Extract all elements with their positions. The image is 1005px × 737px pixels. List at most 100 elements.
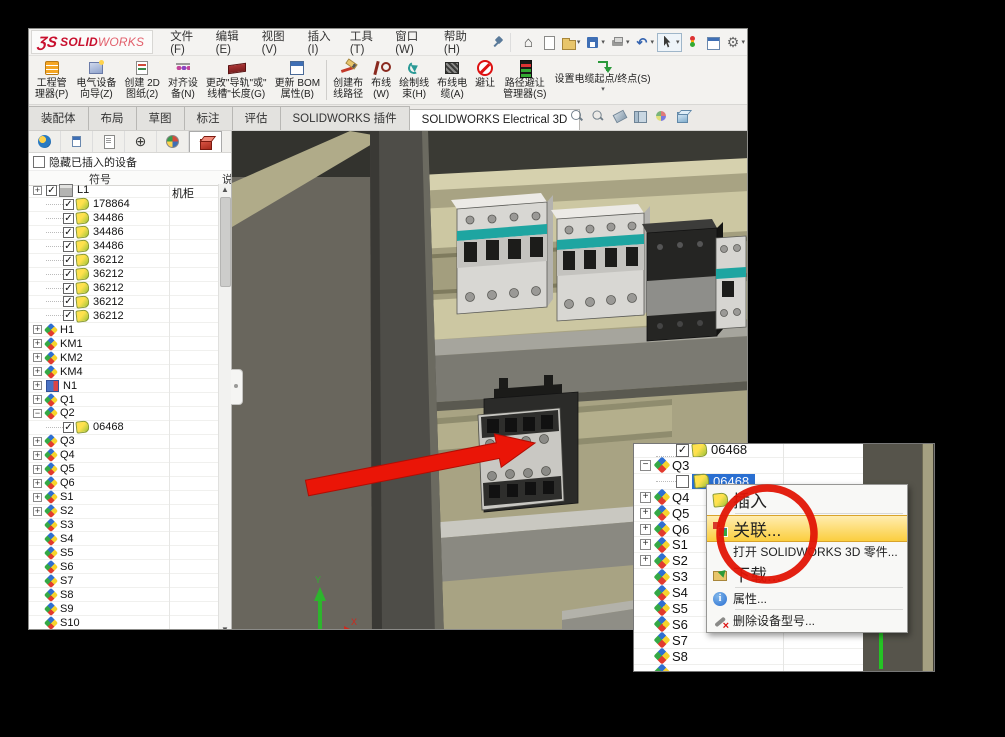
tree-item-partial[interactable] [634,665,863,672]
tab-solidworks-插件[interactable]: SOLIDWORKS 插件 [280,106,410,130]
path-avoid-manager-button[interactable]: 路径避让管理器(S) [499,57,550,103]
menu-item-下载[interactable]: 下载... [707,561,907,586]
menu-item-打开solidworks3d零件[interactable]: 打开 SOLIDWORKS 3D 零件... [707,542,907,561]
expander-plus-icon[interactable] [33,451,42,460]
route-wires-button[interactable]: 布线(W) [367,57,395,103]
tree-item-L1[interactable]: L1机柜 [29,184,231,198]
tab-标注[interactable]: 标注 [184,106,233,130]
item-checkbox[interactable] [63,199,74,210]
expander-plus-icon[interactable] [33,395,42,404]
menubar-item-4[interactable]: 工具(T) [343,28,388,59]
open-button[interactable]: ▾ [559,34,583,51]
tree-item-34486[interactable]: 34486 [29,226,231,240]
zoom-fit-icon[interactable] [570,109,584,123]
align-devices-button[interactable]: 对齐设备(N) [164,57,202,103]
tree-item-Q5[interactable]: Q5 [29,463,231,477]
set-cable-origin-destination-button[interactable]: 设置电缆起点/终点(S)▾ [550,57,654,103]
expander-plus-icon[interactable] [33,353,42,362]
tab-草图[interactable]: 草图 [136,106,185,130]
expander-minus-icon[interactable] [33,409,42,418]
expander-plus-icon[interactable] [33,186,42,195]
pushpin-icon[interactable] [491,36,502,48]
menubar-item-5[interactable]: 窗口(W) [388,28,437,59]
tree-item-06468[interactable]: 06468 [29,421,231,435]
tree-item-S3[interactable]: S3 [29,519,231,533]
tree-item-S8[interactable]: S8 [634,649,863,665]
zoom-area-icon[interactable] [592,110,605,123]
panel-tab-component-list[interactable] [61,131,93,152]
project-manager-button[interactable]: 工程管理器(P) [31,57,72,103]
expander-plus-icon[interactable] [640,539,651,550]
tree-item-H1[interactable]: H1 [29,323,231,337]
tree-item-Q4[interactable]: Q4 [29,449,231,463]
tree-item-KM2[interactable]: KM2 [29,351,231,365]
tree-item-34486[interactable]: 34486 [29,240,231,254]
create-route-path-button[interactable]: 创建布线路径 [329,57,367,103]
new-document-button[interactable] [539,34,558,51]
view-orientation-icon[interactable] [633,109,647,123]
panel-tab-document[interactable] [93,131,125,152]
options-gear-button[interactable]: ▾ [723,34,747,51]
tab-装配体[interactable]: 装配体 [28,106,89,130]
item-checkbox[interactable] [63,310,74,321]
menu-item-删除设备型号[interactable]: 删除设备型号... [707,611,907,630]
tree-item-S4[interactable]: S4 [29,532,231,546]
display-style-icon[interactable] [675,109,689,123]
item-checkbox[interactable] [63,296,74,307]
tree-item-Q3[interactable]: Q3 [29,435,231,449]
tree-item-06468[interactable]: 06468 [634,444,863,458]
item-checkbox[interactable] [676,444,689,457]
menubar-item-3[interactable]: 插入(I) [301,28,343,59]
item-checkbox[interactable] [676,475,689,488]
tree-item-KM1[interactable]: KM1 [29,337,231,351]
tree-item-S6[interactable]: S6 [29,560,231,574]
print-button[interactable]: ▾ [608,34,632,51]
panel-tab-palette[interactable] [157,131,189,152]
tree-item-36212[interactable]: 36212 [29,254,231,268]
appearance-icon[interactable] [654,109,668,123]
expander-plus-icon[interactable] [33,465,42,474]
tree-item-S10[interactable]: S10 [29,616,231,630]
open-dropdown-icon[interactable]: ▾ [577,38,581,46]
expander-plus-icon[interactable] [33,493,42,502]
tree-item-Q2[interactable]: Q2 [29,407,231,421]
tree-item-36212[interactable]: 36212 [29,309,231,323]
interference-button[interactable] [683,34,702,51]
panel-collapse-handle[interactable] [231,369,243,405]
menu-item-属性[interactable]: 属性... [707,589,907,608]
expander-plus-icon[interactable] [33,437,42,446]
tree-item-178864[interactable]: 178864 [29,198,231,212]
avoid-button[interactable]: 避让 [471,57,499,103]
tree-item-S2[interactable]: S2 [29,505,231,519]
tree-item-34486[interactable]: 34486 [29,212,231,226]
scrollbar-thumb[interactable] [220,197,231,287]
tree-item-S5[interactable]: S5 [29,546,231,560]
select-cursor-dropdown-icon[interactable]: ▾ [676,38,680,46]
electrical-device-wizard-button[interactable]: 电气设备向导(Z) [72,57,120,103]
menubar-item-1[interactable]: 编辑(E) [209,28,255,59]
update-bom-properties-button[interactable]: 更新 BOM属性(B) [271,57,325,103]
tree-item-36212[interactable]: 36212 [29,282,231,296]
expander-plus-icon[interactable] [640,555,651,566]
tree-item-S9[interactable]: S9 [29,602,231,616]
panel-tab-locate[interactable] [125,131,157,152]
item-checkbox[interactable] [63,241,74,252]
tree-item-Q3[interactable]: Q3 [634,458,863,474]
save-button[interactable]: ▾ [583,34,607,51]
tree-item-S1[interactable]: S1 [29,491,231,505]
expander-plus-icon[interactable] [33,479,42,488]
undo-button[interactable]: ▾ [632,34,656,51]
hide-inserted-devices-checkbox[interactable] [33,156,45,168]
menubar-item-2[interactable]: 视图(V) [255,28,301,59]
draw-harness-button[interactable]: 绘制线束(H) [395,57,433,103]
tree-item-36212[interactable]: 36212 [29,296,231,310]
item-checkbox[interactable] [63,227,74,238]
expander-plus-icon[interactable] [640,508,651,519]
tree-item-N1[interactable]: N1 [29,379,231,393]
item-checkbox[interactable] [63,255,74,266]
expander-plus-icon[interactable] [640,492,651,503]
tab-评估[interactable]: 评估 [232,106,281,130]
expander-minus-icon[interactable] [640,460,651,471]
scroll-down-arrow-icon[interactable]: ▼ [219,624,231,630]
menu-item-关联[interactable]: 关联... [707,515,907,542]
